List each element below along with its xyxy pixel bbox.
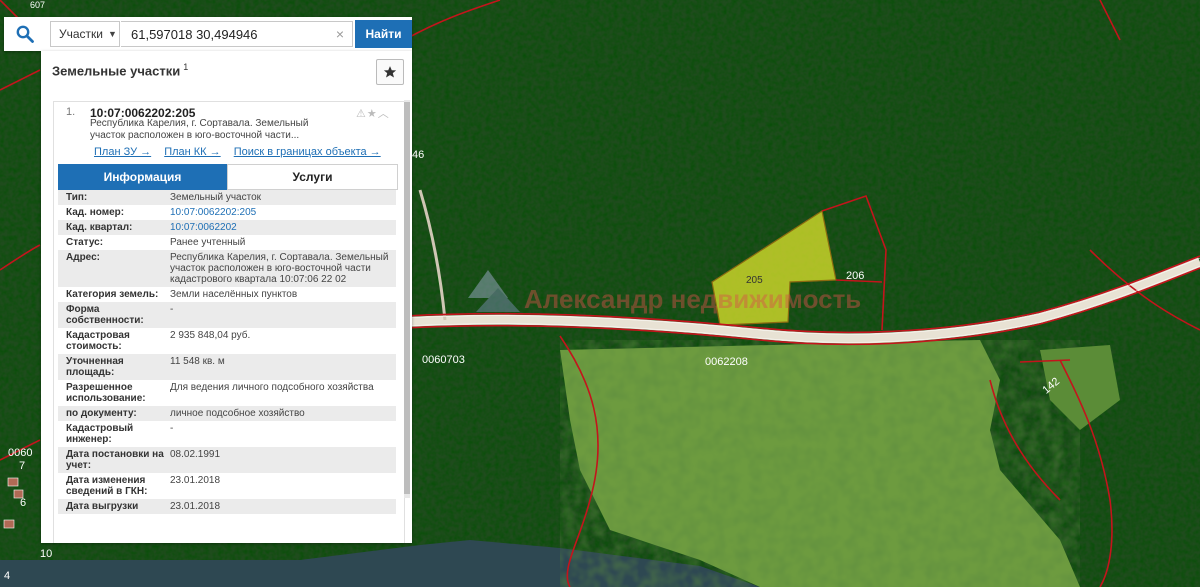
field-label: Уточненная площадь:	[66, 356, 124, 378]
table-row: Разрешенное использование: Для ведения ли…	[58, 380, 396, 406]
field-label: Статус:	[66, 237, 104, 248]
map-label-quarter-62208: 0062208	[705, 356, 748, 368]
field-label: Тип:	[66, 192, 88, 203]
map-label-parcel-46: 46	[412, 149, 425, 161]
link-parcel-plan[interactable]: План ЗУ →	[94, 146, 151, 158]
star-outline-icon[interactable]: ★	[367, 108, 378, 120]
table-row: Статус: Ранее учтенный	[58, 235, 396, 250]
search-category-label: Участки	[59, 27, 103, 41]
table-row: Дата постановки на учет: 08.02.1991	[58, 447, 396, 473]
tab-information[interactable]: Информация	[58, 164, 227, 190]
field-label: Разрешенное использование:	[66, 382, 146, 404]
table-row: Дата выгрузки 23.01.2018	[58, 499, 396, 514]
panel-scrollbar[interactable]	[404, 100, 410, 498]
search-category-select[interactable]: Участки ▼	[50, 21, 120, 47]
result-links: План ЗУ → План КК → Поиск в границах объ…	[94, 146, 391, 158]
field-label: Дата постановки на учет:	[66, 449, 164, 471]
results-panel: Земельные участки 1 1. 10:07:0062202:205 …	[41, 51, 412, 543]
map-label-quarter-60703: 0060703	[422, 354, 465, 366]
field-value: 08.02.1991	[170, 449, 221, 460]
map-label-parcel-7: 7	[19, 460, 26, 472]
field-label: по документу:	[66, 408, 137, 419]
table-row: Кадастровая стоимость: 2 935 848,04 руб.	[58, 328, 396, 354]
field-label: Форма собственности:	[66, 304, 144, 326]
table-row: Уточненная площадь: 11 548 кв. м	[58, 354, 396, 380]
field-value: Ранее учтенный	[170, 237, 246, 248]
map-label-parcel-10: 10	[40, 548, 53, 560]
field-value: -	[170, 423, 174, 434]
table-row: Категория земель: Земли населённых пункто…	[58, 287, 396, 302]
search-submit-button[interactable]: Найти	[355, 20, 412, 48]
field-value: Для ведения личного подсобного хозяйства	[170, 382, 374, 393]
tab-services[interactable]: Услуги	[227, 164, 398, 190]
map-label-parcel-205: 205	[746, 275, 763, 286]
result-number: 1.	[66, 106, 76, 118]
field-label: Дата изменения сведений в ГКН:	[66, 475, 148, 497]
map-label-parcel-4: 4	[4, 570, 11, 582]
table-row: Кад. номер: 10:07:0062202:205	[58, 205, 396, 220]
table-row: Кад. квартал: 10:07:0062202	[58, 220, 396, 235]
result-count: 1	[183, 62, 189, 72]
map-label-parcel-6: 6	[20, 497, 27, 509]
field-value: Земли населённых пунктов	[170, 289, 298, 300]
field-label: Кадастровая стоимость:	[66, 330, 130, 352]
table-row: Форма собственности: -	[58, 302, 396, 328]
table-row: Дата изменения сведений в ГКН: 23.01.2018	[58, 473, 396, 499]
scrollbar-thumb[interactable]	[404, 102, 410, 494]
search-icon[interactable]	[4, 17, 46, 51]
search-input[interactable]: 61,597018 30,494946 ×	[121, 21, 353, 47]
map-label-parcel-206: 206	[846, 270, 865, 282]
panel-title-text: Земельные участки	[52, 63, 181, 79]
field-value: 11 548 кв. м	[170, 356, 225, 367]
map-label-parcel-607: 607	[30, 0, 46, 10]
table-row: Адрес: Республика Карелия, г. Сортавала. …	[58, 250, 396, 287]
info-table: Тип: Земельный участок Кад. номер: 10:07:0…	[58, 190, 396, 514]
link-search-in-bounds[interactable]: Поиск в границах объекта →	[234, 146, 381, 158]
field-label: Дата выгрузки	[66, 501, 139, 512]
field-value: Республика Карелия, г. Сортавала. Земель…	[170, 252, 389, 285]
field-label: Кадастровый инженер:	[66, 423, 134, 445]
result-tabs: Информация Услуги	[58, 164, 398, 190]
search-query-value: 61,597018 30,494946	[131, 26, 258, 42]
panel-title: Земельные участки 1	[52, 62, 188, 78]
field-value: -	[170, 304, 174, 315]
field-label: Категория земель:	[66, 289, 159, 300]
field-value-link[interactable]: 10:07:0062202:205	[170, 207, 396, 218]
watermark-text: Александр недвижимость	[524, 284, 861, 314]
field-label: Адрес:	[66, 252, 100, 263]
table-row: по документу: личное подсобное хозяйство	[58, 406, 396, 421]
star-icon	[383, 66, 397, 78]
field-value: 23.01.2018	[170, 501, 221, 512]
field-label: Кад. квартал:	[66, 222, 133, 233]
field-value-link[interactable]: 10:07:0062202	[170, 222, 396, 233]
warning-icon[interactable]: ⚠	[356, 108, 367, 120]
field-value: личное подсобное хозяйство	[170, 408, 305, 419]
field-value: Земельный участок	[170, 192, 262, 203]
link-quarter-plan[interactable]: План КК →	[164, 146, 220, 158]
chevron-up-icon[interactable]: ︿	[378, 108, 390, 120]
field-value: 2 935 848,04 руб.	[170, 330, 251, 341]
result-actions: ⚠★︿	[356, 105, 390, 121]
field-label: Кад. номер:	[66, 207, 125, 218]
map-label-quarter-0607: 0060	[8, 447, 33, 459]
result-description: Республика Карелия, г. Сортавала. Земель…	[90, 118, 309, 141]
table-row: Тип: Земельный участок	[58, 190, 396, 205]
clear-icon[interactable]: ×	[336, 26, 344, 42]
result-card[interactable]: 1. 10:07:0062202:205 Республика Карелия,…	[53, 101, 405, 543]
field-value: 23.01.2018	[170, 475, 221, 486]
chevron-down-icon: ▼	[108, 29, 117, 39]
search-bar: Участки ▼ 61,597018 30,494946 × Найти	[4, 17, 412, 51]
table-row: Кадастровый инженер: -	[58, 421, 396, 447]
favorite-button[interactable]	[376, 59, 404, 85]
